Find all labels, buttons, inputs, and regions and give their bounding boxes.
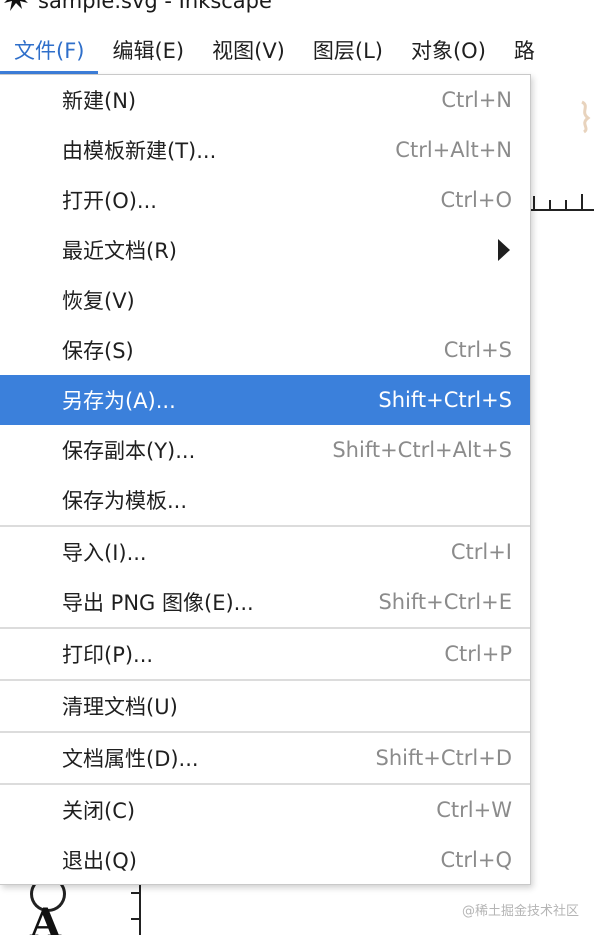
menu-item-label: 打印(P)... <box>62 643 154 667</box>
menu-item-save-copy[interactable]: 保存副本(Y)... Shift+Ctrl+Alt+S <box>0 425 530 475</box>
menu-item-close[interactable]: 关闭(C) Ctrl+W <box>0 785 530 835</box>
text-tool-icon[interactable]: A <box>30 900 61 935</box>
menu-item-label: 保存(S) <box>62 339 134 363</box>
watermark: @稀土掘金技术社区 <box>462 904 580 919</box>
menu-item-label: 文档属性(D)... <box>62 747 199 771</box>
menu-item-shortcut: Ctrl+I <box>450 540 512 564</box>
window-title: sample.svg - Inkscape <box>38 0 272 13</box>
menu-item-shortcut: Ctrl+N <box>441 88 512 112</box>
menu-item-label: 打开(O)... <box>62 189 157 213</box>
submenu-arrow-icon <box>498 239 510 261</box>
menu-item-new[interactable]: 新建(N) Ctrl+N <box>0 75 530 125</box>
menu-item-label: 恢复(V) <box>62 289 135 313</box>
menu-item-shortcut: Ctrl+Alt+N <box>395 138 512 162</box>
menu-item-quit[interactable]: 退出(Q) Ctrl+Q <box>0 835 530 885</box>
menu-item-shortcut: Ctrl+Q <box>440 848 513 872</box>
menu-item-document-properties[interactable]: 文档属性(D)... Shift+Ctrl+D <box>0 733 530 783</box>
menu-layer[interactable]: 图层(L) <box>299 26 397 74</box>
menu-item-label: 由模板新建(T)... <box>62 139 217 163</box>
menu-edit[interactable]: 编辑(E) <box>98 26 198 74</box>
menu-item-label: 保存为模板... <box>62 489 188 513</box>
menu-item-recent-documents[interactable]: 最近文档(R) <box>0 225 530 275</box>
menu-item-revert[interactable]: 恢复(V) <box>0 275 530 325</box>
menu-item-import[interactable]: 导入(I)... Ctrl+I <box>0 527 530 577</box>
menu-bar: 文件(F) 编辑(E) 视图(V) 图层(L) 对象(O) 路 <box>0 26 594 74</box>
menu-item-label: 导入(I)... <box>62 541 147 565</box>
menu-item-open[interactable]: 打开(O)... Ctrl+O <box>0 175 530 225</box>
menu-item-export-png[interactable]: 导出 PNG 图像(E)... Shift+Ctrl+E <box>0 577 530 627</box>
menu-item-shortcut: Shift+Ctrl+D <box>375 746 512 770</box>
menu-item-label: 清理文档(U) <box>62 695 178 719</box>
menu-item-label: 保存副本(Y)... <box>62 439 196 463</box>
menu-item-label: 退出(Q) <box>62 849 137 873</box>
title-bar: sample.svg - Inkscape <box>0 0 594 16</box>
menu-item-save-as[interactable]: 另存为(A)... Shift+Ctrl+S <box>0 375 530 425</box>
menu-item-shortcut: Ctrl+S <box>443 338 512 362</box>
menu-item-save[interactable]: 保存(S) Ctrl+S <box>0 325 530 375</box>
vertical-ruler <box>139 884 141 935</box>
menu-item-shortcut: Ctrl+W <box>436 798 512 822</box>
menu-file[interactable]: 文件(F) <box>0 26 99 74</box>
menu-item-new-from-template[interactable]: 由模板新建(T)... Ctrl+Alt+N <box>0 125 530 175</box>
file-menu-dropdown: 新建(N) Ctrl+N 由模板新建(T)... Ctrl+Alt+N 打开(O… <box>0 74 531 885</box>
inkscape-logo-icon <box>4 0 28 11</box>
inkscape-window: A @稀土掘金技术社区 sample.svg - Inkscape 文件(F) … <box>0 0 594 935</box>
menu-item-shortcut: Shift+Ctrl+S <box>378 388 512 412</box>
menu-item-save-as-template[interactable]: 保存为模板... <box>0 475 530 525</box>
menu-item-label: 另存为(A)... <box>62 389 176 413</box>
menu-item-shortcut: Ctrl+O <box>440 188 513 212</box>
menu-view[interactable]: 视图(V) <box>198 26 299 74</box>
menu-item-shortcut: Shift+Ctrl+Alt+S <box>332 438 512 462</box>
canvas-object-fragment <box>581 100 591 134</box>
menu-item-label: 最近文档(R) <box>62 239 177 263</box>
menu-item-label: 新建(N) <box>62 89 137 113</box>
ruler-tick <box>131 892 139 894</box>
menu-path[interactable]: 路 <box>500 26 549 74</box>
ruler-tick <box>131 918 139 920</box>
menu-item-clean-up-document[interactable]: 清理文档(U) <box>0 681 530 731</box>
menu-item-shortcut: Ctrl+P <box>444 642 512 666</box>
horizontal-ruler <box>530 194 594 211</box>
menu-item-label: 导出 PNG 图像(E)... <box>62 591 254 615</box>
menu-item-print[interactable]: 打印(P)... Ctrl+P <box>0 629 530 679</box>
menu-object[interactable]: 对象(O) <box>397 26 500 74</box>
menu-item-label: 关闭(C) <box>62 799 136 823</box>
menu-item-shortcut: Shift+Ctrl+E <box>378 590 512 614</box>
